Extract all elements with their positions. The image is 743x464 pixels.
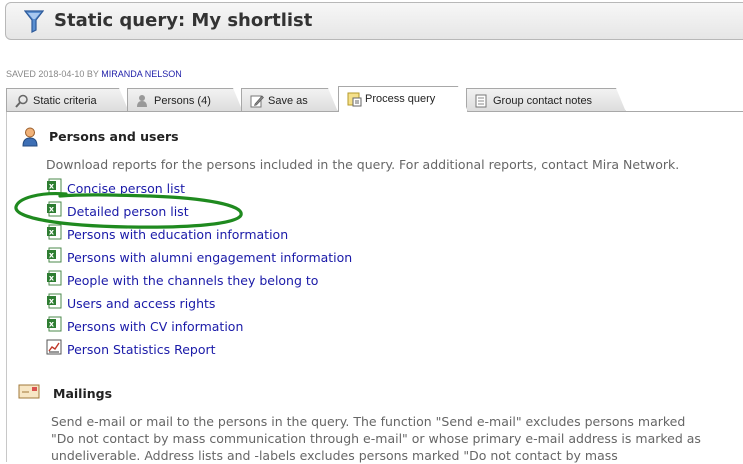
saved-prefix: SAVED 2018-04-10 BY bbox=[6, 69, 102, 79]
process-icon bbox=[347, 92, 362, 110]
excel-icon: x bbox=[47, 270, 62, 286]
excel-icon: x bbox=[47, 316, 62, 332]
report-link-education-information[interactable]: Persons with education information bbox=[67, 227, 288, 242]
svg-text:x: x bbox=[49, 297, 55, 306]
report-link-concise-person-list[interactable]: Concise person list bbox=[67, 181, 185, 196]
tab-label: Static criteria bbox=[33, 95, 97, 107]
report-item: Person Statistics Report bbox=[46, 339, 216, 359]
svg-text:x: x bbox=[49, 320, 55, 329]
chart-report-icon bbox=[46, 339, 62, 355]
page-title: Static query: My shortlist bbox=[54, 10, 313, 31]
tab-label: Save as bbox=[268, 95, 308, 107]
notes-icon bbox=[475, 94, 487, 111]
pencil-icon bbox=[250, 94, 264, 111]
report-link-alumni-engagement[interactable]: Persons with alumni engagement informati… bbox=[67, 250, 352, 265]
report-item: x Persons with alumni engagement informa… bbox=[46, 247, 352, 267]
report-item: x Users and access rights bbox=[46, 293, 215, 313]
report-item: x Concise person list bbox=[46, 178, 185, 198]
tab-label: Group contact notes bbox=[493, 95, 593, 107]
excel-icon: x bbox=[47, 293, 62, 309]
mailings-description-line: undeliverable. Address lists and -labels… bbox=[51, 448, 618, 463]
svg-text:x: x bbox=[49, 205, 55, 214]
excel-icon: x bbox=[47, 224, 62, 240]
report-item: x People with the channels they belong t… bbox=[46, 270, 318, 290]
report-link-person-statistics[interactable]: Person Statistics Report bbox=[67, 342, 216, 357]
envelope-icon bbox=[18, 384, 40, 404]
report-item: x Persons with CV information bbox=[46, 316, 243, 336]
persons-section-title: Persons and users bbox=[49, 129, 179, 144]
magnifier-icon bbox=[15, 94, 29, 111]
mailings-description-line: "Do not contact by mass communication th… bbox=[51, 431, 701, 446]
tab-save-as[interactable]: Save as bbox=[241, 88, 338, 112]
mailings-description-line: Send e-mail or mail to the persons in th… bbox=[51, 414, 686, 429]
title-bar: Static query: My shortlist bbox=[5, 2, 743, 40]
saved-info: SAVED 2018-04-10 BY MIRANDA NELSON bbox=[6, 69, 182, 79]
mailings-section-title: Mailings bbox=[53, 386, 113, 401]
report-link-cv-information[interactable]: Persons with CV information bbox=[67, 319, 243, 334]
user-icon bbox=[21, 127, 39, 151]
persons-section-description: Download reports for the persons include… bbox=[46, 157, 680, 172]
tab-process-query[interactable]: Process query bbox=[338, 86, 468, 112]
svg-text:x: x bbox=[49, 251, 55, 260]
report-link-users-access-rights[interactable]: Users and access rights bbox=[67, 296, 215, 311]
report-link-detailed-person-list[interactable]: Detailed person list bbox=[67, 204, 189, 219]
excel-icon: x bbox=[47, 201, 62, 217]
tab-label: Persons (4) bbox=[154, 95, 211, 107]
excel-icon: x bbox=[47, 178, 62, 194]
report-link-channels[interactable]: People with the channels they belong to bbox=[67, 273, 318, 288]
svg-text:x: x bbox=[49, 228, 55, 237]
report-item: x Persons with education information bbox=[46, 224, 288, 244]
saved-by-link[interactable]: MIRANDA NELSON bbox=[101, 69, 182, 79]
excel-icon: x bbox=[47, 247, 62, 263]
svg-text:x: x bbox=[49, 182, 55, 191]
tab-static-criteria[interactable]: Static criteria bbox=[6, 88, 129, 112]
svg-text:x: x bbox=[49, 274, 55, 283]
person-icon bbox=[136, 94, 148, 111]
tab-persons[interactable]: Persons (4) bbox=[127, 88, 243, 112]
report-item: x Detailed person list bbox=[46, 201, 189, 221]
filter-icon bbox=[23, 9, 45, 37]
tab-group-contact-notes[interactable]: Group contact notes bbox=[466, 88, 626, 112]
tab-label: Process query bbox=[365, 93, 436, 105]
